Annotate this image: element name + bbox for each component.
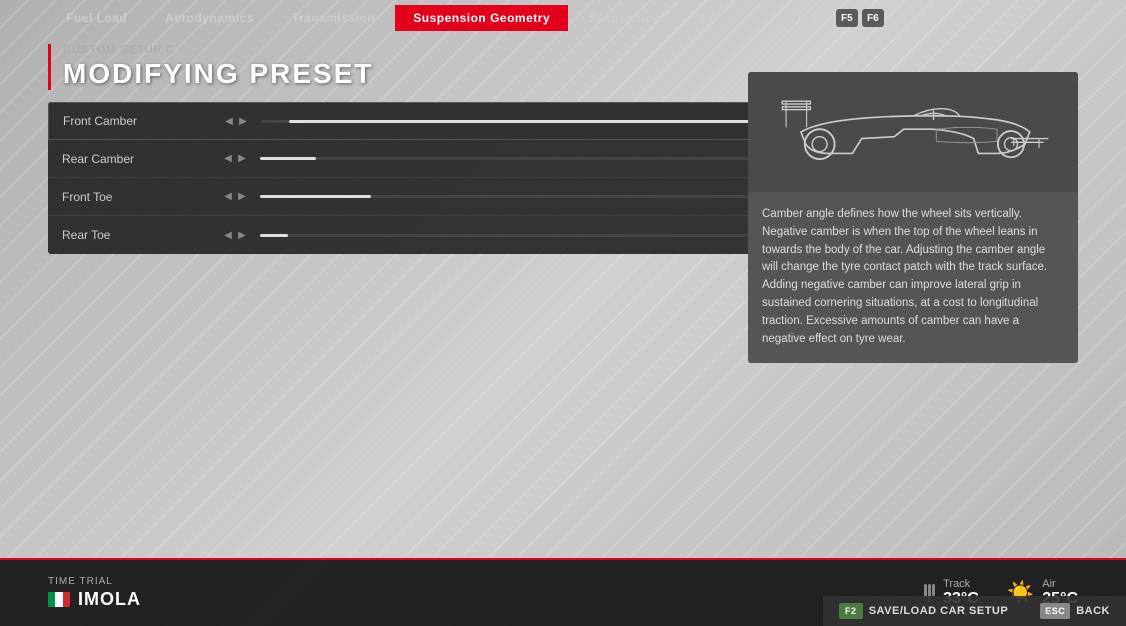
label-rear-camber: Rear Camber [62,152,222,166]
controls-front-camber: ◀ ▶ [223,115,253,127]
tab-suspension[interactable]: Suspension [570,5,679,31]
car-illustration [748,72,1078,192]
f2-key-badge: F2 [839,603,863,619]
label-front-toe: Front Toe [62,190,222,204]
mode-label: Time Trial [48,576,141,587]
controls-front-toe: ◀ ▶ [222,191,252,203]
bottom-actions: F2 SAVE/LOAD CAR SETUP Esc BACK [823,596,1126,626]
arrow-right-front-toe[interactable]: ▶ [236,191,248,203]
slider-front-toe[interactable] [260,195,816,198]
bottom-left: Time Trial IMOLA [48,576,141,610]
back-label: BACK [1076,605,1110,617]
controls-rear-camber: ◀ ▶ [222,153,252,165]
label-front-camber: Front Camber [63,114,223,128]
tab-suspension-geometry[interactable]: Suspension Geometry [395,5,568,31]
tab-brakes[interactable]: Brakes [681,5,760,31]
back-button[interactable]: Esc BACK [1024,596,1126,626]
controls-rear-toe: ◀ ▶ [222,229,252,241]
f6-badge: F6 [862,9,884,27]
top-navigation: Fuel Load Aerodynamics Transmission Susp… [0,0,1126,36]
arrow-right-rear-camber[interactable]: ▶ [236,153,248,165]
arrow-left-rear-toe[interactable]: ◀ [222,229,234,241]
arrow-right-front-camber[interactable]: ▶ [237,115,249,127]
slider-rear-camber[interactable] [260,157,816,160]
f5-badge: F5 [836,9,858,27]
save-load-label: SAVE/LOAD CAR SETUP [869,605,1008,617]
arrow-left-front-toe[interactable]: ◀ [222,191,234,203]
main-content: Fuel Load Aerodynamics Transmission Susp… [0,0,1126,626]
info-panel: Camber angle defines how the wheel sits … [748,72,1078,363]
track-name-text: IMOLA [78,589,141,610]
arrow-left-front-camber[interactable]: ◀ [223,115,235,127]
tab-transmission[interactable]: Transmission [274,5,393,31]
preset-label: Custom Setup C [63,44,1078,56]
info-description: Camber angle defines how the wheel sits … [748,192,1078,363]
air-temp-label: Air [1042,578,1078,590]
track-name: IMOLA [48,589,141,610]
track-temp-label: Track [943,578,979,590]
label-rear-toe: Rear Toe [62,228,222,242]
esc-key-badge: Esc [1040,603,1070,619]
tab-aerodynamics[interactable]: Aerodynamics [147,5,272,31]
slider-front-camber[interactable] [261,120,815,123]
arrow-left-rear-camber[interactable]: ◀ [222,153,234,165]
tab-fuel-load[interactable]: Fuel Load [48,5,145,31]
slider-rear-toe[interactable] [260,234,816,237]
tab-tyres[interactable]: Tyres [762,5,832,31]
arrow-right-rear-toe[interactable]: ▶ [236,229,248,241]
save-load-button[interactable]: F2 SAVE/LOAD CAR SETUP [823,596,1024,626]
italy-flag-icon [48,592,70,607]
